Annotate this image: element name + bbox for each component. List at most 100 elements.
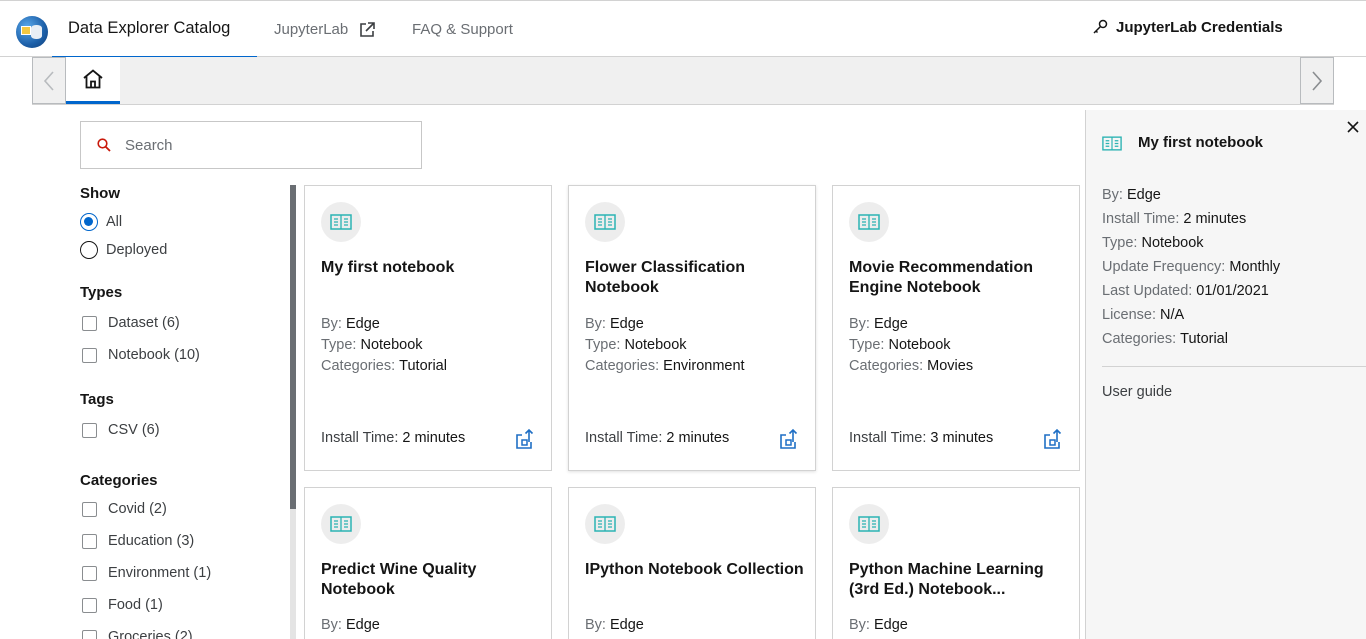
notebook-icon bbox=[849, 504, 889, 544]
checkbox[interactable] bbox=[82, 565, 97, 581]
card-title[interactable]: Flower Classification Notebook bbox=[585, 258, 805, 298]
nav-tab-jupyterlab[interactable]: JupyterLab bbox=[274, 1, 376, 58]
chevron-right-icon bbox=[1312, 70, 1323, 91]
checkbox-label: Groceries (2) bbox=[108, 629, 193, 639]
detail-row: Install Time: 2 minutes bbox=[1102, 207, 1280, 231]
checkbox-label: Notebook (10) bbox=[108, 347, 200, 363]
categories-label: Categories: bbox=[849, 358, 924, 374]
card-type: Notebook bbox=[360, 337, 423, 353]
checkbox[interactable] bbox=[82, 533, 97, 549]
catalog-card-my-first-notebook[interactable]: My first notebook By: Edge Type: Notebook … bbox=[304, 185, 552, 471]
close-drawer-button[interactable] bbox=[1344, 118, 1362, 136]
checkbox[interactable] bbox=[82, 501, 97, 517]
checkbox[interactable] bbox=[82, 597, 97, 613]
deploy-button[interactable] bbox=[779, 428, 799, 455]
detail-row: Type: Notebook bbox=[1102, 231, 1280, 255]
card-author: Edge bbox=[609, 316, 644, 332]
filter-sidebar: Show All Deployed Types Dataset (6) Note… bbox=[80, 185, 290, 639]
detail-value: Notebook bbox=[1141, 235, 1204, 251]
checkbox-type-notebook[interactable]: Notebook (10) bbox=[80, 339, 290, 371]
search-input[interactable] bbox=[125, 136, 395, 154]
checkbox[interactable] bbox=[82, 315, 97, 331]
detail-label: License: bbox=[1102, 307, 1157, 323]
scroll-tabs-right-button[interactable] bbox=[1300, 57, 1334, 104]
external-link-icon bbox=[360, 21, 376, 37]
deploy-icon bbox=[1044, 428, 1062, 449]
tab-home[interactable] bbox=[66, 57, 120, 104]
detail-label: Last Updated: bbox=[1102, 283, 1193, 299]
notebook-icon bbox=[585, 504, 625, 544]
radio-button[interactable] bbox=[80, 241, 98, 259]
catalog-card-movie-recommendation[interactable]: Movie Recommendation Engine Notebook By:… bbox=[832, 185, 1080, 471]
nav-tab-label: Data Explorer Catalog bbox=[68, 19, 231, 37]
card-title[interactable]: Python Machine Learning (3rd Ed.) Notebo… bbox=[849, 560, 1069, 600]
detail-row: By: Edge bbox=[1102, 183, 1280, 207]
card-title[interactable]: Predict Wine Quality Notebook bbox=[321, 560, 541, 600]
type-label: Type: bbox=[321, 337, 357, 353]
notebook-icon bbox=[585, 202, 625, 242]
radio-show-all[interactable]: All bbox=[80, 208, 290, 236]
nav-tab-label: FAQ & Support bbox=[412, 21, 513, 38]
checkbox-label: Food (1) bbox=[108, 597, 163, 613]
deploy-button[interactable] bbox=[1043, 428, 1063, 455]
checkbox[interactable] bbox=[82, 422, 97, 438]
filter-heading-types: Types bbox=[80, 284, 123, 301]
catalog-card-python-machine-learning[interactable]: Python Machine Learning (3rd Ed.) Notebo… bbox=[832, 487, 1080, 639]
checkbox-category-covid[interactable]: Covid (2) bbox=[80, 493, 290, 525]
checkbox[interactable] bbox=[82, 347, 97, 363]
checkbox[interactable] bbox=[82, 629, 97, 639]
checkbox-label: Dataset (6) bbox=[108, 315, 180, 331]
nav-tab-faq-support[interactable]: FAQ & Support bbox=[412, 1, 513, 58]
checkbox-label: CSV (6) bbox=[108, 422, 160, 438]
detail-label: Type: bbox=[1102, 235, 1138, 251]
by-label: By: bbox=[321, 617, 342, 633]
app-logo[interactable] bbox=[16, 16, 48, 48]
radio-button[interactable] bbox=[80, 213, 98, 231]
checkbox-tag-csv[interactable]: CSV (6) bbox=[80, 414, 290, 446]
card-title[interactable]: Movie Recommendation Engine Notebook bbox=[849, 258, 1069, 298]
card-categories: Tutorial bbox=[399, 358, 447, 374]
checkbox-label: Environment (1) bbox=[108, 565, 212, 581]
card-title[interactable]: My first notebook bbox=[321, 258, 541, 278]
card-author: Edge bbox=[609, 617, 644, 633]
checkbox-category-environment[interactable]: Environment (1) bbox=[80, 557, 290, 589]
card-title[interactable]: IPython Notebook Collection bbox=[585, 560, 805, 580]
type-label: Type: bbox=[849, 337, 885, 353]
by-label: By: bbox=[849, 617, 870, 633]
scroll-tabs-left-button[interactable] bbox=[32, 57, 66, 104]
detail-value: Tutorial bbox=[1180, 331, 1228, 347]
deploy-icon bbox=[516, 428, 534, 449]
card-install-time: Install Time: 2 minutes bbox=[585, 430, 729, 446]
card-metadata: By: Edge Type: Notebook Categories: Environ… bbox=[585, 314, 745, 377]
card-metadata: By: Edge bbox=[321, 615, 380, 636]
by-label: By: bbox=[849, 316, 870, 332]
catalog-card-predict-wine-quality[interactable]: Predict Wine Quality Notebook By: Edge bbox=[304, 487, 552, 639]
card-metadata: By: Edge bbox=[849, 615, 908, 636]
deploy-button[interactable] bbox=[515, 428, 535, 455]
notebook-icon bbox=[321, 202, 361, 242]
drawer-title: My first notebook bbox=[1138, 134, 1264, 151]
detail-label: Update Frequency: bbox=[1102, 259, 1226, 275]
notebook-icon bbox=[849, 202, 889, 242]
jupyterlab-credentials-button[interactable]: JupyterLab Credentials bbox=[1092, 17, 1283, 37]
card-type: Notebook bbox=[888, 337, 951, 353]
checkbox-category-groceries[interactable]: Groceries (2) bbox=[80, 621, 290, 639]
checkbox-type-dataset[interactable]: Dataset (6) bbox=[80, 307, 290, 339]
detail-value: 2 minutes bbox=[1183, 211, 1247, 227]
filter-heading-tags: Tags bbox=[80, 391, 114, 408]
radio-show-deployed[interactable]: Deployed bbox=[80, 236, 290, 264]
checkbox-category-education[interactable]: Education (3) bbox=[80, 525, 290, 557]
card-install-time: Install Time: 3 minutes bbox=[849, 430, 993, 446]
nav-tab-label: JupyterLab bbox=[274, 21, 349, 38]
catalog-card-flower-classification[interactable]: Flower Classification Notebook By: Edge T… bbox=[568, 185, 816, 471]
nav-tab-data-explorer-catalog[interactable]: Data Explorer Catalog bbox=[52, 1, 257, 58]
scrollbar-track[interactable] bbox=[290, 509, 296, 639]
scrollbar-thumb[interactable] bbox=[290, 185, 296, 509]
checkbox-category-food[interactable]: Food (1) bbox=[80, 589, 290, 621]
user-guide-link[interactable]: User guide bbox=[1102, 384, 1172, 400]
detail-value: N/A bbox=[1160, 307, 1185, 323]
chevron-left-icon bbox=[43, 70, 54, 91]
catalog-card-ipython-notebook-collection[interactable]: IPython Notebook Collection By: Edge bbox=[568, 487, 816, 639]
radio-label: All bbox=[106, 214, 123, 230]
detail-label: Install Time: bbox=[1102, 211, 1180, 227]
